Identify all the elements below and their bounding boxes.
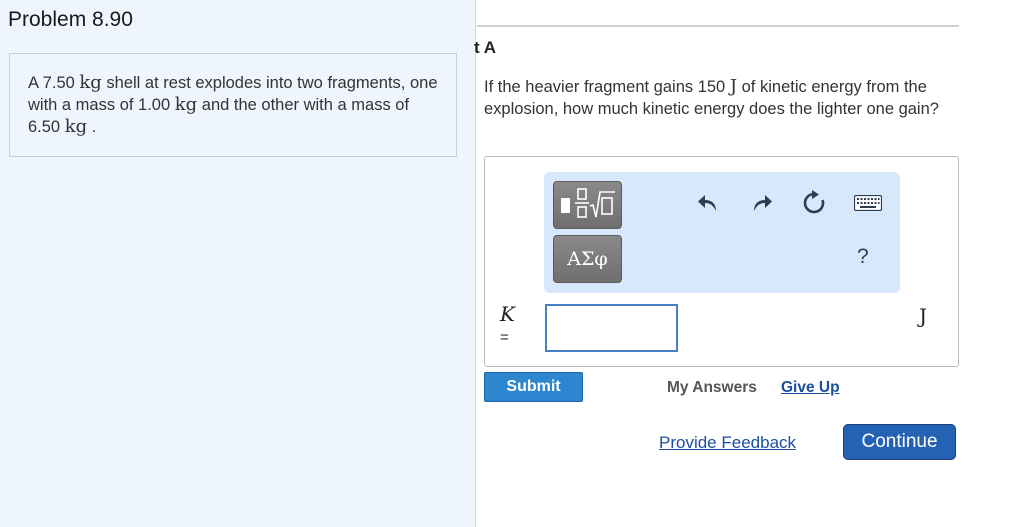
provide-feedback-link[interactable]: Provide Feedback	[659, 433, 796, 453]
give-up-link[interactable]: Give Up	[781, 379, 840, 397]
fraction-sqrt-button[interactable]	[553, 181, 622, 229]
unit-label: J	[919, 304, 928, 328]
my-answers-link[interactable]: My Answers	[667, 379, 757, 397]
redo-icon	[750, 192, 774, 219]
submit-button[interactable]: Submit	[484, 372, 583, 402]
unit-kg: kg	[174, 94, 198, 115]
greek-symbols-button[interactable]: ΑΣφ	[553, 235, 622, 283]
answer-area: ΑΣφ ? K = J	[484, 156, 959, 367]
problem-title: Problem 8.90	[8, 8, 133, 31]
continue-button[interactable]: Continue	[843, 424, 956, 460]
answer-input[interactable]	[545, 304, 678, 352]
variable-label: K	[500, 302, 515, 326]
unit-j: J	[729, 76, 738, 97]
problem-panel: Problem 8.90 A 7.50 kg shell at rest exp…	[0, 0, 476, 527]
problem-text-part: .	[87, 118, 97, 136]
math-toolbar: ΑΣφ ?	[544, 172, 900, 293]
equals-sign: =	[500, 329, 509, 346]
reset-icon	[801, 189, 827, 221]
unit-kg: kg	[79, 72, 102, 93]
reset-button[interactable]	[799, 189, 829, 221]
help-button[interactable]: ?	[857, 245, 869, 269]
undo-icon	[696, 192, 720, 219]
redo-button[interactable]	[747, 190, 777, 220]
keyboard-button[interactable]	[851, 190, 885, 220]
divider	[477, 25, 959, 27]
fraction-sqrt-icon	[559, 184, 617, 227]
unit-kg: kg	[64, 116, 88, 137]
keyboard-icon	[853, 194, 883, 216]
part-label: t A	[474, 38, 497, 57]
undo-button[interactable]	[693, 190, 723, 220]
problem-statement: A 7.50 kg shell at rest explodes into tw…	[9, 53, 457, 157]
question-text: If the heavier fragment gains 150 J of k…	[484, 76, 954, 120]
question-text-part: If the heavier fragment gains 150	[484, 78, 730, 96]
problem-text-part: A 7.50	[28, 74, 80, 92]
